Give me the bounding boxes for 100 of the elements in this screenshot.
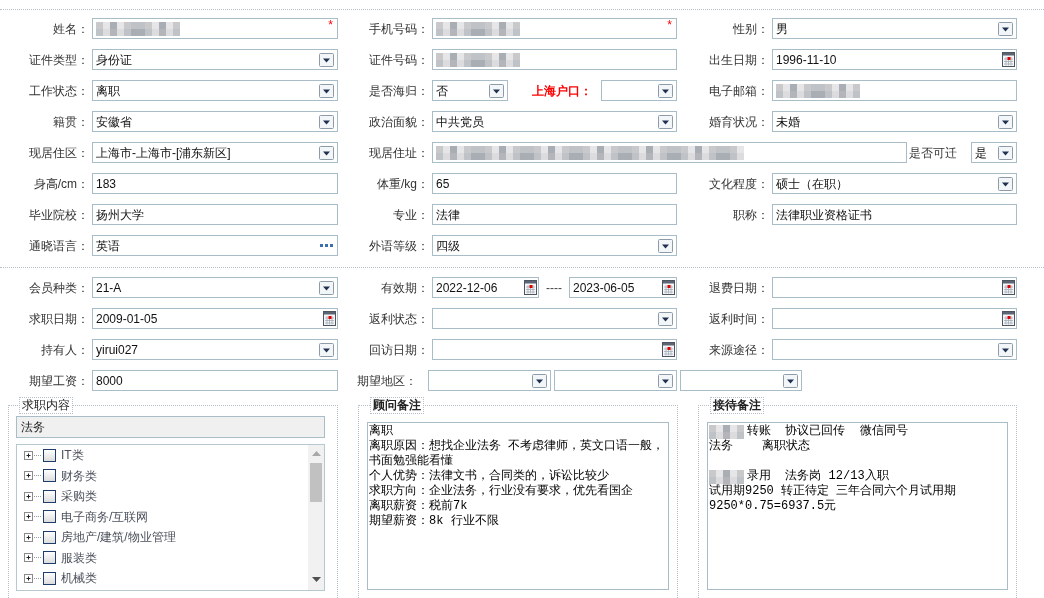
dropdown[interactable]: 四级 xyxy=(432,235,677,256)
caret-down-icon[interactable] xyxy=(532,373,547,388)
notes-textarea[interactable]: 离职 离职原因：想找企业法务 不考虑律师，英文口语一般， 书面勉强能看懂 个人优势：法律文书，合同类的，诉讼比较少 求职方向：企业法务，行业没有要求，优先看国企 离职薪资：税前7k 期望薪资：8k 行业不限 xyxy=(367,422,669,590)
expand-plus-icon[interactable] xyxy=(24,471,42,481)
calendar-icon[interactable] xyxy=(662,280,675,295)
field-label: 现居住址： xyxy=(369,145,429,160)
category-item[interactable]: 服装类 xyxy=(61,550,97,565)
scrollbar-track[interactable] xyxy=(308,445,324,590)
caret-down-icon[interactable] xyxy=(319,52,334,67)
caret-down-icon[interactable] xyxy=(658,83,673,98)
caret-down-icon[interactable] xyxy=(998,342,1013,357)
checkbox[interactable] xyxy=(43,448,56,462)
expand-plus-icon[interactable] xyxy=(24,491,42,501)
caret-down-icon[interactable] xyxy=(998,176,1013,191)
scrollbar-thumb[interactable] xyxy=(310,463,322,502)
input-field[interactable]: 法律职业资格证书 xyxy=(772,204,1017,225)
field-label: 上海户口： xyxy=(532,83,592,98)
expand-plus-icon[interactable] xyxy=(24,553,42,563)
calendar-icon[interactable] xyxy=(1002,52,1015,67)
calendar-icon[interactable] xyxy=(662,342,675,357)
caret-down-icon[interactable] xyxy=(658,311,673,326)
caret-down-icon[interactable] xyxy=(489,83,504,98)
field-label: 证件类型： xyxy=(29,52,89,67)
caret-down-icon[interactable] xyxy=(319,83,334,98)
scroll-down-icon[interactable] xyxy=(311,577,321,582)
caret-down-icon[interactable] xyxy=(658,114,673,129)
required-mark: * xyxy=(328,20,333,30)
input-field[interactable] xyxy=(432,49,677,70)
date-field[interactable]: 2023-06-05 xyxy=(569,277,677,298)
calendar-icon[interactable] xyxy=(1002,280,1015,295)
date-field[interactable] xyxy=(772,308,1017,329)
expand-plus-icon[interactable] xyxy=(24,532,42,542)
calendar-icon[interactable] xyxy=(524,280,537,295)
checkbox[interactable] xyxy=(43,530,56,544)
date-field[interactable] xyxy=(772,277,1017,298)
note-line: 离职薪资：税前7k xyxy=(369,499,468,514)
date-field[interactable]: 2022-12-06 xyxy=(432,277,539,298)
dropdown[interactable]: 中共党员 xyxy=(432,111,677,132)
ellipsis-icon[interactable] xyxy=(320,244,333,247)
dropdown[interactable]: 男 xyxy=(772,18,1017,39)
input-field[interactable]: 扬州大学 xyxy=(92,204,338,225)
input-field[interactable]: * xyxy=(92,18,338,39)
required-mark: * xyxy=(667,20,672,30)
caret-down-icon[interactable] xyxy=(998,114,1013,129)
group-legend: 接待备注 xyxy=(710,397,764,414)
dropdown[interactable]: 否 xyxy=(432,80,508,101)
caret-down-icon[interactable] xyxy=(319,114,334,129)
caret-down-icon[interactable] xyxy=(998,21,1013,36)
input-field[interactable]: * xyxy=(432,18,677,39)
group-legend: 顾问备注 xyxy=(370,397,424,414)
note-line: 书面勉强能看懂 xyxy=(369,454,453,469)
dropdown[interactable]: 是 xyxy=(971,142,1017,163)
checkbox[interactable] xyxy=(43,489,56,503)
caret-down-icon[interactable] xyxy=(658,238,673,253)
calendar-icon[interactable] xyxy=(1002,311,1015,326)
category-item[interactable]: 电子商务/互联网 xyxy=(61,509,149,524)
caret-down-icon[interactable] xyxy=(998,145,1013,160)
input-field[interactable]: 183 xyxy=(92,173,338,194)
field-label: 通晓语言： xyxy=(29,238,89,253)
date-field[interactable] xyxy=(432,339,677,360)
calendar-icon[interactable] xyxy=(323,311,336,326)
caret-down-icon[interactable] xyxy=(319,145,334,160)
input-field[interactable]: 65 xyxy=(432,173,677,194)
checkbox[interactable] xyxy=(43,571,56,585)
field-label: 电子邮箱： xyxy=(709,83,769,98)
date-field[interactable]: 1996-11-10 xyxy=(772,49,1017,70)
expand-plus-icon[interactable] xyxy=(24,573,42,583)
field-label: 政治面貌： xyxy=(369,114,429,129)
notes-textarea[interactable]: 转账 协议已回传 微信同号 法务 离职状态 录用 法务岗 12/13入职 试用期9250 转正待定 三年合同六个月试用期 9250*0.75=6937.5元 xyxy=(707,422,1008,590)
checkbox[interactable] xyxy=(43,469,56,483)
dropdown[interactable]: 离职 xyxy=(92,80,338,101)
input-field[interactable]: 法律 xyxy=(432,204,677,225)
dropdown[interactable]: 未婚 xyxy=(772,111,1017,132)
date-field[interactable]: 2009-01-05 xyxy=(92,308,338,329)
expand-plus-icon[interactable] xyxy=(24,450,42,460)
caret-down-icon[interactable] xyxy=(319,342,334,357)
checkbox[interactable] xyxy=(43,551,56,565)
input-field[interactable] xyxy=(772,80,1017,101)
caret-down-icon[interactable] xyxy=(658,373,673,388)
category-item[interactable]: 机械类 xyxy=(61,571,97,586)
dropdown[interactable]: 上海市-上海市-[浦东新区] xyxy=(92,142,338,163)
lookup-field[interactable]: 英语 xyxy=(92,235,338,256)
expand-plus-icon[interactable] xyxy=(24,512,42,522)
note-line: 9250*0.75=6937.5元 xyxy=(709,499,837,514)
dropdown[interactable]: 身份证 xyxy=(92,49,338,70)
dropdown[interactable]: 安徽省 xyxy=(92,111,338,132)
caret-down-icon[interactable] xyxy=(783,373,798,388)
category-item[interactable]: 财务类 xyxy=(61,468,97,483)
selected-category-field[interactable]: 法务 xyxy=(16,416,325,438)
category-item[interactable]: 采购类 xyxy=(61,489,97,504)
caret-down-icon[interactable] xyxy=(319,280,334,295)
dropdown[interactable]: yirui027 xyxy=(92,339,338,360)
category-item[interactable]: 房地产/建筑/物业管理 xyxy=(61,530,176,545)
category-item[interactable]: IT类 xyxy=(61,448,84,463)
input-field[interactable]: 8000 xyxy=(92,370,338,391)
checkbox[interactable] xyxy=(43,510,56,524)
field-label: 专业： xyxy=(393,207,429,222)
dropdown[interactable]: 21-A xyxy=(92,277,338,298)
input-field[interactable] xyxy=(432,142,907,163)
dropdown[interactable]: 硕士（在职） xyxy=(772,173,1017,194)
